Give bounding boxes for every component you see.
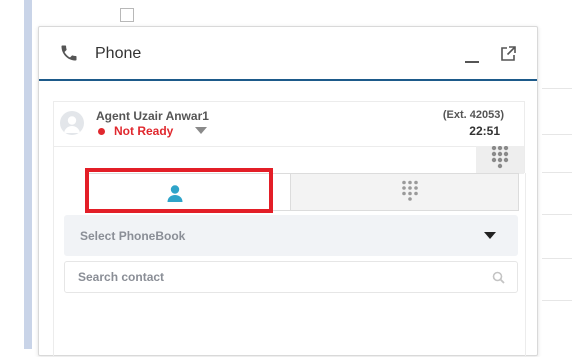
background-divider <box>542 88 572 89</box>
dialpad-toggle-button[interactable] <box>476 145 524 174</box>
dialpad-icon <box>400 180 420 204</box>
phonebook-select-value: Select PhoneBook <box>80 229 186 243</box>
divider <box>54 146 524 147</box>
search-icon <box>492 271 505 284</box>
background-checkbox <box>120 8 134 22</box>
panel-header: Phone <box>39 27 537 81</box>
background-sidebar-stripe <box>24 0 32 349</box>
popout-icon[interactable] <box>499 45 517 63</box>
divider <box>53 173 54 357</box>
phone-tabs <box>85 173 519 211</box>
agent-status[interactable]: Not Ready <box>114 124 173 138</box>
agent-status-card: Agent Uzair Anwar1 Not Ready (Ext. 42053… <box>53 101 525 174</box>
tab-dialpad[interactable] <box>291 174 518 210</box>
minimize-icon[interactable] <box>463 49 481 67</box>
phone-panel: Phone Agent Uzair Anwar1 Not Ready (Ext.… <box>38 26 538 357</box>
search-input[interactable] <box>65 262 485 292</box>
background-divider <box>542 300 572 301</box>
agent-extension: (Ext. 42053) <box>442 109 504 121</box>
agent-timer: 22:51 <box>469 124 500 138</box>
background-divider <box>542 172 572 173</box>
panel-title: Phone <box>95 45 142 62</box>
background-divider <box>542 134 572 135</box>
avatar <box>60 111 84 135</box>
user-icon <box>165 183 185 203</box>
phone-icon <box>59 43 79 63</box>
agent-name: Agent Uzair Anwar1 <box>96 109 209 123</box>
background-divider <box>542 214 572 215</box>
search-field <box>64 261 518 293</box>
divider <box>525 173 526 357</box>
status-dot <box>98 128 105 135</box>
chevron-down-icon[interactable] <box>195 127 207 134</box>
caret-down-icon <box>484 232 496 239</box>
background-divider <box>542 258 572 259</box>
tab-contacts[interactable] <box>86 174 291 210</box>
background-link-fragment <box>198 12 208 20</box>
phonebook-select[interactable]: Select PhoneBook <box>64 215 518 256</box>
